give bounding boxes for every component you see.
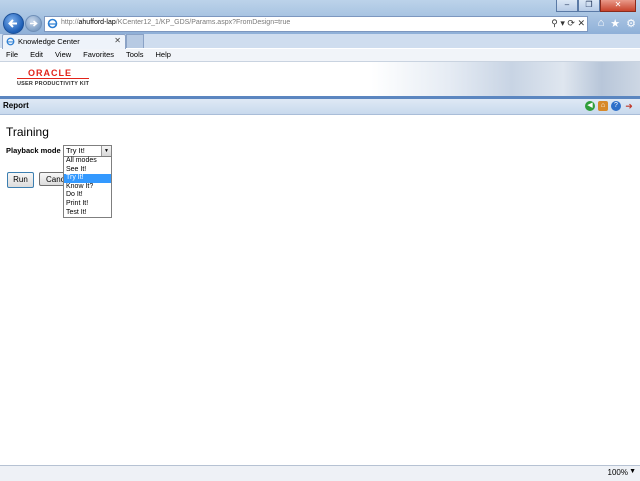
favorites-star-icon[interactable]: ★ <box>610 17 620 30</box>
browser-right-icons: ⌂ ★ ⚙ <box>598 17 636 30</box>
brand-subtitle: USER PRODUCTIVITY KIT <box>17 81 90 87</box>
minimize-button[interactable]: – <box>556 0 578 12</box>
tab-row: Knowledge Center ✕ <box>0 34 640 49</box>
window-controls: – ❐ ✕ <box>556 0 636 12</box>
help-icon[interactable]: ? <box>611 101 621 111</box>
brand-header: ORACLE USER PRODUCTIVITY KIT <box>0 62 640 96</box>
chevron-down-icon[interactable]: ▼ <box>101 146 111 156</box>
tab-title: Knowledge Center <box>18 37 80 46</box>
forward-button[interactable] <box>25 15 42 32</box>
tab-knowledge-center[interactable]: Knowledge Center ✕ <box>2 34 126 49</box>
menu-help[interactable]: Help <box>150 49 177 61</box>
menu-tools[interactable]: Tools <box>120 49 150 61</box>
report-toolbar: ◀ ⌂ ? ➜ <box>585 101 634 111</box>
playback-mode-dropdown: All modes See It! Try It! Know It? Do It… <box>63 156 112 218</box>
mode-option-test-it[interactable]: Test It! <box>64 209 111 218</box>
mode-option-do-it[interactable]: Do It! <box>64 191 111 200</box>
logo-divider <box>17 78 89 79</box>
report-bar: Report ◀ ⌂ ? ➜ <box>0 99 640 115</box>
chevron-down-icon[interactable]: ▼ <box>629 468 636 475</box>
run-button[interactable]: Run <box>7 172 34 188</box>
mode-option-print-it[interactable]: Print It! <box>64 200 111 209</box>
menu-file[interactable]: File <box>0 49 24 61</box>
back-button[interactable] <box>3 13 24 34</box>
zoom-level[interactable]: 100% <box>608 468 628 477</box>
address-tools-icons[interactable]: ⚲ ▾ ⟳ ✕ <box>551 18 585 29</box>
tab-close-icon[interactable]: ✕ <box>114 36 121 45</box>
new-tab-button[interactable] <box>126 34 144 48</box>
gear-icon[interactable]: ⚙ <box>626 17 636 30</box>
restore-button[interactable]: ❐ <box>578 0 600 12</box>
oracle-logo: ORACLE <box>28 68 72 78</box>
menu-favorites[interactable]: Favorites <box>77 49 120 61</box>
back-icon[interactable]: ◀ <box>585 101 595 111</box>
ie-icon <box>6 37 15 46</box>
mode-option-know-it[interactable]: Know It? <box>64 183 111 192</box>
playback-mode-label: Playback mode <box>6 146 61 155</box>
menu-bar: File Edit View Favorites Tools Help <box>0 49 640 62</box>
playback-mode-value: Try It! <box>66 146 85 155</box>
home-icon[interactable]: ⌂ <box>598 101 608 111</box>
menu-view[interactable]: View <box>49 49 77 61</box>
address-bar[interactable]: http://ahufford-lap/KCenter12_1/KP_GDS/P… <box>44 16 588 32</box>
page-title: Training <box>6 125 49 139</box>
report-label: Report <box>3 101 29 110</box>
mode-option-see-it[interactable]: See It! <box>64 166 111 175</box>
close-window-button[interactable]: ✕ <box>600 0 636 12</box>
menu-edit[interactable]: Edit <box>24 49 49 61</box>
browser-title-bar: http://ahufford-lap/KCenter12_1/KP_GDS/P… <box>0 0 640 34</box>
exit-icon[interactable]: ➜ <box>624 101 634 111</box>
ie-icon <box>47 18 58 29</box>
arrow-left-icon <box>8 19 17 28</box>
arrow-right-icon <box>30 20 38 27</box>
status-bar: 100% ▼ <box>0 465 640 481</box>
mode-option-try-it[interactable]: Try It! <box>64 174 111 183</box>
url-text: http://ahufford-lap/KCenter12_1/KP_GDS/P… <box>61 19 291 26</box>
home-icon[interactable]: ⌂ <box>598 17 605 30</box>
mode-option-all[interactable]: All modes <box>64 157 111 166</box>
